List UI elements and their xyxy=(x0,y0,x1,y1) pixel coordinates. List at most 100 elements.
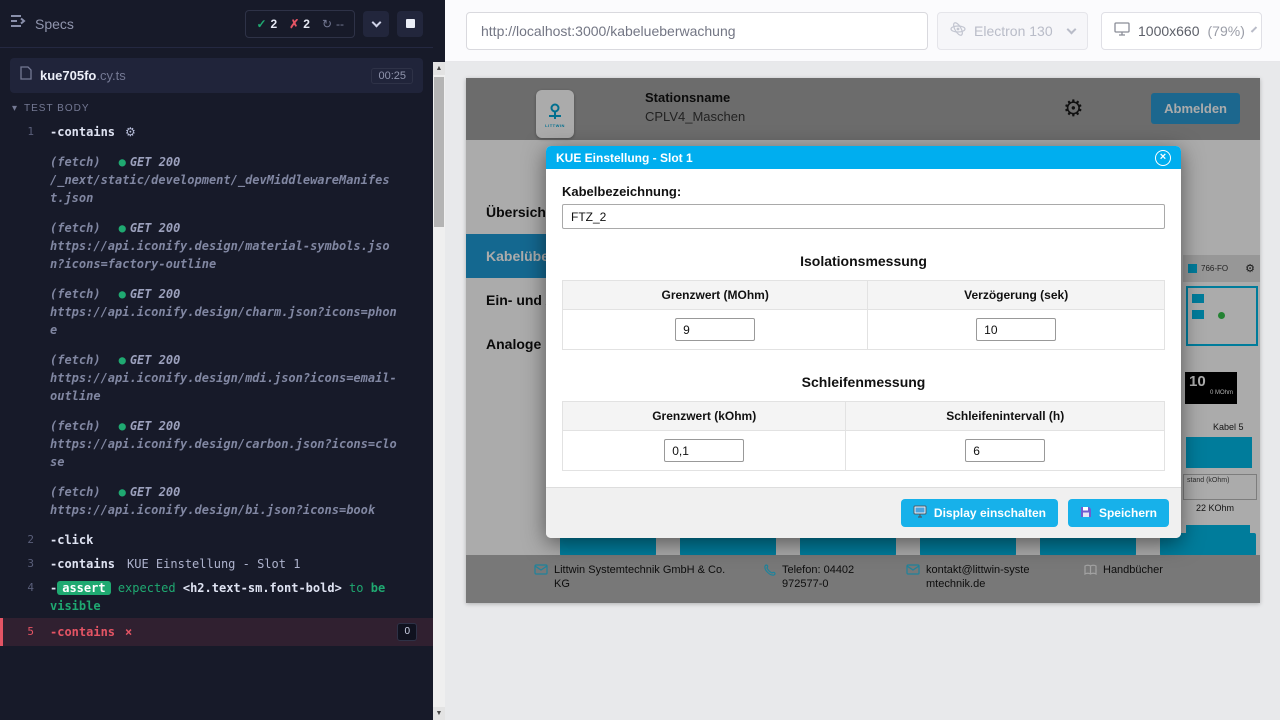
scroll-down-arrow[interactable]: ▼ xyxy=(433,707,445,720)
fetch-label: (fetch) xyxy=(50,153,101,171)
fetch-label: (fetch) xyxy=(50,417,101,435)
spec-ext: .cy.ts xyxy=(96,68,125,83)
kabelbezeichnung-input[interactable] xyxy=(562,204,1165,229)
modal-footer: Display einschalten Speichern xyxy=(546,487,1181,538)
command-name: -contains xyxy=(50,557,115,571)
stat-pending[interactable]: ↻-- xyxy=(322,17,344,31)
command-name: -click xyxy=(50,533,93,547)
fetch-url: https://api.iconify.design/mdi.json?icon… xyxy=(50,369,399,405)
fetch-status: ●GET 200 xyxy=(119,483,181,501)
command-click[interactable]: 2 -click xyxy=(0,528,433,552)
command-fetch[interactable]: (fetch) ●GET 200 /_next/static/developmen… xyxy=(0,150,433,210)
fetch-label: (fetch) xyxy=(50,483,101,501)
command-log: 1 -contains⚙ (fetch) ●GET 200 /_next/stat… xyxy=(0,120,433,646)
browser-select[interactable]: Electron 130 xyxy=(937,12,1088,50)
success-dot-icon: ● xyxy=(119,419,126,433)
fetch-status: ●GET 200 xyxy=(119,351,181,369)
kue-settings-modal: KUE Einstellung - Slot 1 × Kabelbezeichn… xyxy=(546,146,1181,538)
assert-badge: assert xyxy=(57,581,110,595)
stop-icon xyxy=(406,19,415,28)
chevron-down-icon xyxy=(1067,24,1077,34)
caret-down-icon: ▾ xyxy=(12,103,18,114)
command-contains-failed[interactable]: 5 -contains × 0 xyxy=(0,618,433,646)
cypress-reporter-panel: Specs ✓2 ✗2 ↻-- kue705fo.cy.ts 00:25 ▾ T… xyxy=(0,0,445,720)
loop-col-intervall: Schleifenintervall (h) xyxy=(846,402,1165,431)
electron-icon xyxy=(950,21,966,40)
spec-file-bar[interactable]: kue705fo.cy.ts 00:25 xyxy=(10,58,423,93)
fail-x-icon: × xyxy=(125,625,132,639)
stat-failed[interactable]: ✗2 xyxy=(289,17,310,31)
monitor-icon xyxy=(913,505,927,521)
fetch-status: ●GET 200 xyxy=(119,219,181,237)
command-contains-1[interactable]: 1 -contains⚙ xyxy=(0,120,433,144)
command-arg: KUE Einstellung - Slot 1 xyxy=(127,557,300,571)
specs-menu-icon[interactable] xyxy=(10,14,27,33)
command-assert[interactable]: 4 -assert expected <h2.text-sm.font-bold… xyxy=(0,576,433,618)
command-name: -contains xyxy=(50,625,115,639)
scroll-up-arrow[interactable]: ▲ xyxy=(433,62,445,75)
fetch-label: (fetch) xyxy=(50,285,101,303)
spec-name: kue705fo xyxy=(40,68,96,83)
chevron-down-icon xyxy=(1251,26,1257,32)
iso-grenzwert-input[interactable] xyxy=(675,318,755,341)
schleifen-table: Grenzwert (kOhm) Schleifenintervall (h) xyxy=(562,401,1165,471)
fetch-url: https://api.iconify.design/carbon.json?i… xyxy=(50,435,399,471)
modal-title: KUE Einstellung - Slot 1 xyxy=(556,151,693,165)
aut-stage: LITTWIN Stationsname CPLV4_Maschen ⚙ Abm… xyxy=(445,62,1280,720)
success-dot-icon: ● xyxy=(119,485,126,499)
schleifen-heading: Schleifenmessung xyxy=(562,374,1165,390)
spec-timer: 00:25 xyxy=(371,68,413,84)
command-fetch[interactable]: (fetch) ●GET 200 https://api.iconify.desi… xyxy=(0,480,433,522)
specs-label[interactable]: Specs xyxy=(35,16,74,32)
command-fetch[interactable]: (fetch) ●GET 200 https://api.iconify.desi… xyxy=(0,282,433,342)
kabel-label: Kabelbezeichnung: xyxy=(562,184,1165,199)
viewport-select[interactable]: 1000x660 (79%) xyxy=(1101,12,1262,50)
assert-element: <h2.text-sm.font-bold> xyxy=(183,581,342,595)
success-dot-icon: ● xyxy=(119,155,126,169)
success-dot-icon: ● xyxy=(119,221,126,235)
test-body-header[interactable]: ▾ TEST BODY xyxy=(0,93,433,120)
loop-intervall-input[interactable] xyxy=(965,439,1045,462)
reporter-scrollbar[interactable]: ▲ ▼ xyxy=(433,62,445,720)
fetch-url: https://api.iconify.design/charm.json?ic… xyxy=(50,303,399,339)
fetch-url: /_next/static/development/_devMiddleware… xyxy=(50,171,399,207)
runner-toolbar: Electron 130 1000x660 (79%) xyxy=(445,0,1280,62)
command-contains-2[interactable]: 3 -containsKUE Einstellung - Slot 1 xyxy=(0,552,433,576)
assert-text: expected xyxy=(118,581,176,595)
viewport-zoom: (79%) xyxy=(1208,23,1245,39)
spec-file-icon xyxy=(20,66,32,85)
viewport-size: 1000x660 xyxy=(1138,23,1200,39)
loop-grenzwert-input[interactable] xyxy=(664,439,744,462)
iso-verzoegerung-input[interactable] xyxy=(976,318,1056,341)
success-dot-icon: ● xyxy=(119,287,126,301)
test-stats: ✓2 ✗2 ↻-- xyxy=(245,10,355,38)
browser-name: Electron 130 xyxy=(974,23,1053,39)
url-input[interactable] xyxy=(466,12,928,50)
isolation-table: Grenzwert (MOhm) Verzögerung (sek) xyxy=(562,280,1165,350)
display-einschalten-button[interactable]: Display einschalten xyxy=(901,499,1058,527)
test-body-label: TEST BODY xyxy=(24,103,90,114)
fetch-status: ●GET 200 xyxy=(119,153,181,171)
cross-icon: ✗ xyxy=(289,17,299,31)
save-floppy-icon xyxy=(1080,506,1092,521)
success-dot-icon: ● xyxy=(119,353,126,367)
stat-passed[interactable]: ✓2 xyxy=(256,17,277,31)
command-fetch[interactable]: (fetch) ●GET 200 https://api.iconify.desi… xyxy=(0,348,433,408)
reporter-header: Specs ✓2 ✗2 ↻-- xyxy=(0,0,433,48)
fetch-status: ●GET 200 xyxy=(119,285,181,303)
fetch-label: (fetch) xyxy=(50,219,101,237)
stop-run-button[interactable] xyxy=(397,11,423,37)
speichern-button[interactable]: Speichern xyxy=(1068,499,1169,527)
scrollbar-thumb[interactable] xyxy=(434,77,444,227)
command-fetch[interactable]: (fetch) ●GET 200 https://api.iconify.desi… xyxy=(0,414,433,474)
fetch-url: https://api.iconify.design/bi.json?icons… xyxy=(50,501,399,519)
fetch-label: (fetch) xyxy=(50,351,101,369)
command-fetch[interactable]: (fetch)●GET 200 https://api.iconify.desi… xyxy=(0,216,433,276)
gear-icon: ⚙ xyxy=(125,125,136,139)
modal-close-button[interactable]: × xyxy=(1155,150,1171,166)
reload-icon: ↻ xyxy=(322,17,332,31)
loop-col-grenzwert: Grenzwert (kOhm) xyxy=(563,402,846,431)
app-under-test: LITTWIN Stationsname CPLV4_Maschen ⚙ Abm… xyxy=(466,78,1260,603)
collapse-runs-button[interactable] xyxy=(363,11,389,37)
fetch-status: ●GET 200 xyxy=(119,417,181,435)
